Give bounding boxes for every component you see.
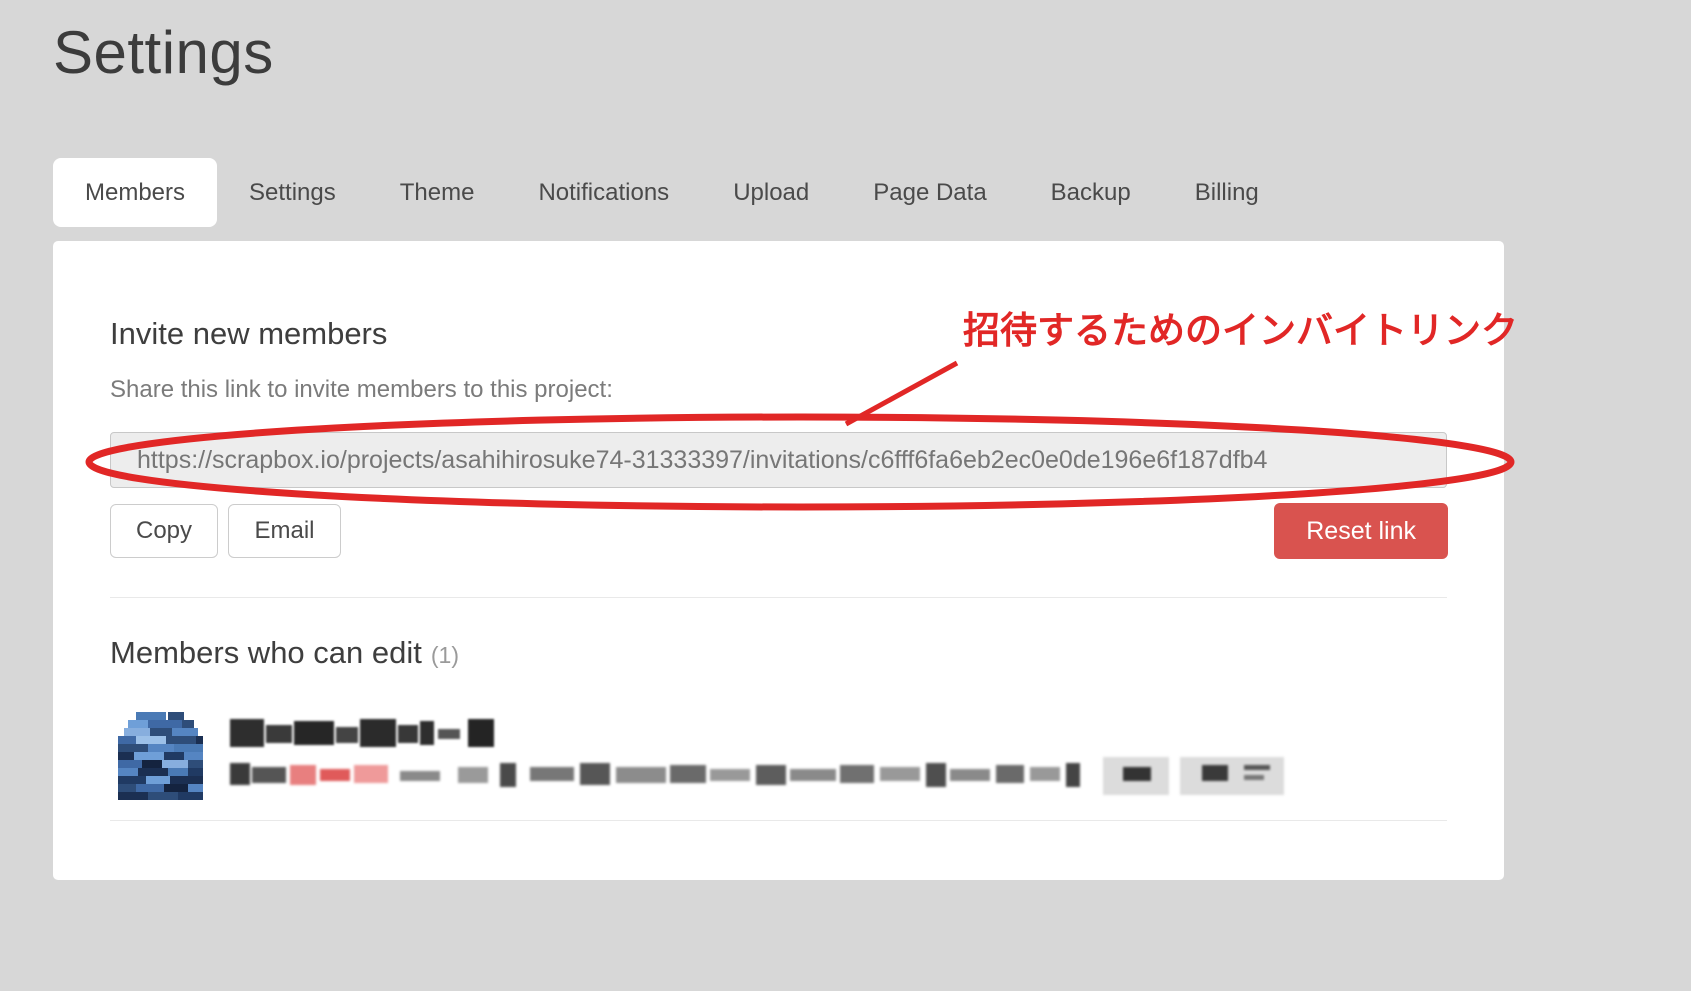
member-info-redacted	[230, 757, 1338, 797]
page-title: Settings	[53, 18, 274, 87]
tab-notifications[interactable]: Notifications	[506, 158, 701, 227]
section-divider	[110, 597, 1447, 598]
members-count-badge: (1)	[431, 642, 459, 668]
annotation-label: 招待するためのインバイトリンク	[963, 300, 1518, 354]
section-divider-bottom	[110, 820, 1447, 821]
members-heading-label: Members who can edit	[110, 635, 422, 670]
invite-description: Share this link to invite members to thi…	[110, 376, 613, 404]
member-name-redacted	[230, 717, 500, 751]
invite-heading: Invite new members	[110, 316, 387, 352]
tab-members[interactable]: Members	[53, 158, 217, 227]
tab-upload[interactable]: Upload	[701, 158, 841, 227]
copy-button[interactable]: Copy	[110, 504, 218, 558]
tab-page-data[interactable]: Page Data	[841, 158, 1018, 227]
tab-bar: Members Settings Theme Notifications Upl…	[53, 158, 1291, 227]
tab-theme[interactable]: Theme	[368, 158, 507, 227]
invite-link-input[interactable]	[110, 432, 1447, 488]
tab-backup[interactable]: Backup	[1019, 158, 1163, 227]
members-heading: Members who can edit (1)	[110, 635, 459, 671]
reset-link-button[interactable]: Reset link	[1274, 503, 1448, 559]
tab-billing[interactable]: Billing	[1163, 158, 1291, 227]
tab-settings[interactable]: Settings	[217, 158, 368, 227]
avatar	[118, 712, 203, 800]
email-button[interactable]: Email	[228, 504, 341, 558]
